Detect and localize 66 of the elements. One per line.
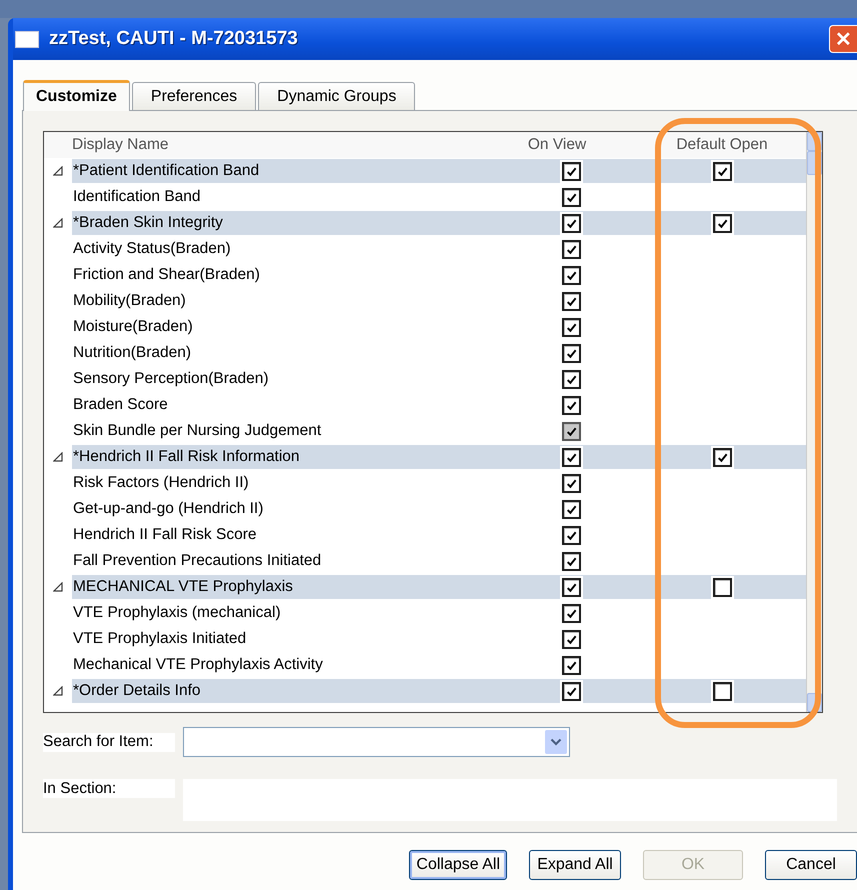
tree-row-label: Sensory Perception(Braden) <box>73 370 269 388</box>
checkbox[interactable] <box>562 630 580 648</box>
checkbox[interactable] <box>562 188 580 206</box>
tree-row-label: VTE Prophylaxis (mechanical) <box>73 604 281 622</box>
checkbox[interactable] <box>562 656 580 674</box>
checkbox[interactable] <box>562 526 580 544</box>
tree-row-label: Moisture(Braden) <box>73 318 193 336</box>
checkbox[interactable] <box>562 214 580 232</box>
checkbox[interactable] <box>562 552 580 570</box>
checkbox[interactable] <box>562 370 580 388</box>
column-header[interactable]: On View <box>512 136 602 154</box>
dialog-button[interactable]: Cancel <box>765 850 857 880</box>
tab[interactable]: Customize <box>23 80 130 111</box>
checkbox[interactable] <box>562 448 580 466</box>
checkbox[interactable] <box>562 578 580 596</box>
column-header[interactable]: Default Open <box>646 136 798 154</box>
checkbox[interactable] <box>562 474 580 492</box>
checkbox[interactable] <box>562 396 580 414</box>
checkbox[interactable] <box>712 214 732 232</box>
dialog-button[interactable]: Expand All <box>529 850 621 880</box>
tree-row-label: *Braden Skin Integrity <box>73 214 223 232</box>
tree-row-label: Risk Factors (Hendrich II) <box>73 474 249 492</box>
checkbox[interactable] <box>562 500 580 518</box>
tree-row-label: Friction and Shear(Braden) <box>73 266 260 284</box>
checkbox[interactable] <box>712 448 732 466</box>
column-header[interactable]: Display Name <box>72 136 168 153</box>
tab[interactable]: Preferences <box>132 82 256 110</box>
checkbox[interactable] <box>562 162 580 180</box>
close-button[interactable]: ✕ <box>829 25 857 53</box>
checkbox[interactable] <box>712 682 732 700</box>
search-dropdown[interactable] <box>183 727 570 757</box>
tree-row-label: Activity Status(Braden) <box>73 240 231 258</box>
checkbox[interactable] <box>562 266 580 284</box>
tree-row-label: Get-up-and-go (Hendrich II) <box>73 500 264 518</box>
checkbox[interactable] <box>562 240 580 258</box>
tree-row-label: Identification Band <box>73 188 201 206</box>
dialog-button[interactable]: Collapse All <box>409 850 507 880</box>
search-label: Search for Item: <box>43 732 175 752</box>
expanded-triangle-icon[interactable] <box>53 166 63 176</box>
tree-row-label: MECHANICAL VTE Prophylaxis <box>73 578 293 596</box>
tree-row-label: Hendrich II Fall Risk Score <box>73 526 256 544</box>
expanded-triangle-icon[interactable] <box>53 218 63 228</box>
tree-row-label: Braden Score <box>73 396 168 414</box>
tree-row-label: Fall Prevention Precautions Initiated <box>73 552 322 570</box>
checkbox[interactable] <box>712 162 732 180</box>
checkbox[interactable] <box>712 578 732 596</box>
checkbox[interactable] <box>562 292 580 310</box>
checkbox[interactable] <box>562 344 580 362</box>
window-icon <box>15 30 39 48</box>
tree-row-label: Mobility(Braden) <box>73 292 186 310</box>
in-section-label: In Section: <box>43 779 175 798</box>
tree-row-label: Skin Bundle per Nursing Judgement <box>73 422 322 440</box>
checkbox[interactable] <box>562 682 580 700</box>
tree-row-label: VTE Prophylaxis Initiated <box>73 630 246 648</box>
checkbox[interactable] <box>562 604 580 622</box>
expanded-triangle-icon[interactable] <box>53 452 63 462</box>
expanded-triangle-icon[interactable] <box>53 686 63 696</box>
tab[interactable]: Dynamic Groups <box>258 82 416 110</box>
expanded-triangle-icon[interactable] <box>53 582 63 592</box>
tree-row-label: Mechanical VTE Prophylaxis Activity <box>73 656 323 674</box>
tree-row-label: *Order Details Info <box>73 682 200 700</box>
checkbox[interactable] <box>562 318 580 336</box>
window-title: zzTest, CAUTI - M-72031573 <box>49 28 299 50</box>
tree-row-label: *Hendrich II Fall Risk Information <box>73 448 300 466</box>
tree-row-label: *Patient Identification Band <box>73 162 260 180</box>
tree-row-label: Nutrition(Braden) <box>73 344 192 362</box>
